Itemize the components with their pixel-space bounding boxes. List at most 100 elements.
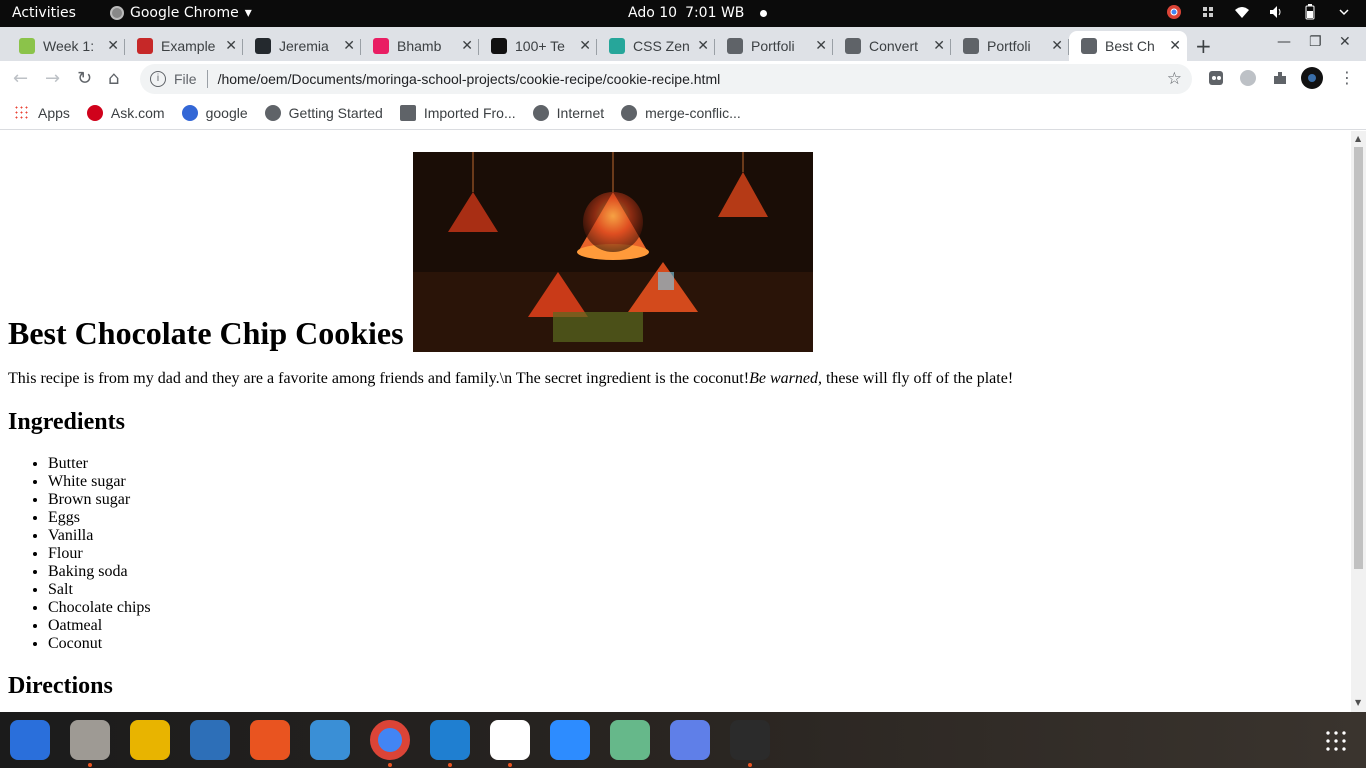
bookmark-label: Ask.com bbox=[110, 105, 165, 121]
tab-title: 100+ Te bbox=[515, 38, 565, 54]
tab-title: Week 1: bbox=[43, 38, 95, 54]
browser-tab[interactable]: CSS Zen ✕ bbox=[597, 31, 715, 61]
bookmark-item[interactable]: Ask.com bbox=[86, 105, 165, 121]
bookmark-label: Internet bbox=[556, 105, 605, 121]
directions-heading: Directions bbox=[8, 673, 113, 699]
tab-favicon-icon bbox=[1081, 38, 1097, 54]
running-indicator bbox=[508, 763, 512, 767]
google-chrome-icon[interactable] bbox=[370, 720, 410, 760]
close-window-button[interactable]: ✕ bbox=[1339, 34, 1351, 50]
back-button[interactable]: ← bbox=[13, 68, 28, 89]
volume-icon[interactable] bbox=[1268, 4, 1284, 20]
thunderbird-icon[interactable] bbox=[10, 720, 50, 760]
bookmark-item[interactable]: Apps bbox=[14, 105, 70, 121]
home-button[interactable]: ⌂ bbox=[108, 68, 119, 89]
slack-tray-icon[interactable] bbox=[1200, 4, 1216, 20]
scheme-label: File bbox=[174, 71, 197, 87]
ubuntu-dock bbox=[0, 712, 1366, 768]
browser-tab[interactable]: Best Ch ✕ bbox=[1069, 31, 1187, 61]
zoom-icon[interactable] bbox=[550, 720, 590, 760]
tab-title: Portfoli bbox=[987, 38, 1031, 54]
tab-favicon-icon bbox=[491, 38, 507, 54]
minimize-button[interactable]: — bbox=[1277, 34, 1291, 50]
intro-text: This recipe is from my dad and they are … bbox=[8, 370, 750, 387]
browser-tab[interactable]: 100+ Te ✕ bbox=[479, 31, 597, 61]
globe-extension-icon[interactable] bbox=[1238, 68, 1258, 88]
scroll-up-arrow-icon[interactable]: ▲ bbox=[1355, 134, 1361, 143]
more-menu-icon[interactable]: ⋮ bbox=[1339, 68, 1355, 87]
omnibox-divider bbox=[206, 70, 208, 88]
rhythmbox-icon[interactable] bbox=[130, 720, 170, 760]
browser-tab[interactable]: Example ✕ bbox=[125, 31, 243, 61]
browser-tab[interactable]: Portfoli ✕ bbox=[951, 31, 1069, 61]
bookmark-item[interactable]: Imported Fro... bbox=[399, 105, 516, 121]
profile-avatar[interactable] bbox=[1301, 67, 1323, 89]
browser-tab[interactable]: Convert ✕ bbox=[833, 31, 951, 61]
url-text[interactable]: /home/oem/Documents/moringa-school-proje… bbox=[218, 71, 721, 87]
files-icon[interactable] bbox=[70, 720, 110, 760]
bookmark-star-icon[interactable]: ☆ bbox=[1167, 69, 1182, 89]
wifi-icon[interactable] bbox=[1234, 4, 1250, 20]
bookmark-item[interactable]: google bbox=[181, 105, 248, 121]
tab-close-icon[interactable]: ✕ bbox=[343, 37, 355, 54]
ingredient-item: Brown sugar bbox=[48, 491, 1343, 509]
activities-button[interactable]: Activities bbox=[12, 5, 76, 21]
tab-strip: Week 1: ✕ Example ✕ Jeremia ✕ Bhamb ✕ 100+ Te ✕ CS… bbox=[0, 27, 1366, 61]
bookmark-label: Apps bbox=[38, 105, 70, 121]
bookmark-item[interactable]: Getting Started bbox=[264, 105, 383, 121]
tab-close-icon[interactable]: ✕ bbox=[1051, 37, 1063, 54]
show-applications-icon[interactable] bbox=[1324, 729, 1348, 753]
system-menu-chevron-icon[interactable] bbox=[1336, 4, 1352, 20]
address-bar[interactable]: i File /home/oem/Documents/moringa-schoo… bbox=[140, 64, 1192, 94]
browser-tab[interactable]: Week 1: ✕ bbox=[7, 31, 125, 61]
info-icon[interactable]: i bbox=[150, 71, 166, 87]
bookmark-label: merge-conflic... bbox=[645, 105, 741, 121]
system-top-bar: Activities Google Chrome ▾ Ado 10 7:01 W… bbox=[0, 0, 1366, 27]
browser-tab[interactable]: Portfoli ✕ bbox=[715, 31, 833, 61]
page-scrollbar[interactable]: ▲ ▼ bbox=[1351, 131, 1366, 712]
tab-close-icon[interactable]: ✕ bbox=[815, 37, 827, 54]
restore-button[interactable]: ❐ bbox=[1309, 34, 1322, 50]
app-menu[interactable]: Google Chrome ▾ bbox=[110, 5, 252, 21]
help-icon[interactable] bbox=[310, 720, 350, 760]
new-tab-button[interactable]: + bbox=[1195, 34, 1212, 58]
browser-tab[interactable]: Bhamb ✕ bbox=[361, 31, 479, 61]
intro-paragraph: This recipe is from my dad and they are … bbox=[8, 370, 1343, 388]
ingredient-item: Eggs bbox=[48, 509, 1343, 527]
tab-close-icon[interactable]: ✕ bbox=[107, 37, 119, 54]
running-indicator bbox=[388, 763, 392, 767]
screenshot-icon[interactable] bbox=[670, 720, 710, 760]
tab-title: Convert bbox=[869, 38, 919, 54]
browser-tab[interactable]: Jeremia ✕ bbox=[243, 31, 361, 61]
globe-icon bbox=[264, 105, 281, 121]
slack-icon[interactable] bbox=[490, 720, 530, 760]
scroll-down-arrow-icon[interactable]: ▼ bbox=[1355, 698, 1361, 707]
scrollbar-thumb[interactable] bbox=[1354, 147, 1363, 569]
tab-close-icon[interactable]: ✕ bbox=[697, 37, 709, 54]
chrome-tray-icon[interactable] bbox=[1166, 4, 1182, 20]
ingredient-item: Baking soda bbox=[48, 563, 1343, 581]
puzzle-extensions-icon[interactable] bbox=[1270, 68, 1290, 88]
system-tray[interactable] bbox=[1166, 4, 1352, 20]
libreoffice-writer-icon[interactable] bbox=[190, 720, 230, 760]
tab-close-icon[interactable]: ✕ bbox=[933, 37, 945, 54]
extension-icon-1[interactable] bbox=[1206, 68, 1226, 88]
tab-close-icon[interactable]: ✕ bbox=[1169, 37, 1181, 54]
tab-close-icon[interactable]: ✕ bbox=[579, 37, 591, 54]
tab-close-icon[interactable]: ✕ bbox=[225, 37, 237, 54]
atom-icon[interactable] bbox=[610, 720, 650, 760]
reload-button[interactable]: ↻ bbox=[77, 68, 92, 89]
clock[interactable]: Ado 10 7:01 WB bbox=[628, 5, 768, 21]
intro-emphasis: Be warned bbox=[749, 370, 818, 387]
ingredient-item: Oatmeal bbox=[48, 617, 1343, 635]
battery-icon[interactable] bbox=[1302, 4, 1318, 20]
tab-favicon-icon bbox=[609, 38, 625, 54]
system-monitor-icon[interactable] bbox=[730, 720, 770, 760]
tab-close-icon[interactable]: ✕ bbox=[461, 37, 473, 54]
bookmark-item[interactable]: merge-conflic... bbox=[621, 105, 741, 121]
forward-button[interactable]: → bbox=[45, 68, 60, 89]
software-center-icon[interactable] bbox=[250, 720, 290, 760]
vscode-icon[interactable] bbox=[430, 720, 470, 760]
ingredients-list: ButterWhite sugarBrown sugarEggsVanillaF… bbox=[8, 455, 1343, 653]
bookmark-item[interactable]: Internet bbox=[532, 105, 605, 121]
